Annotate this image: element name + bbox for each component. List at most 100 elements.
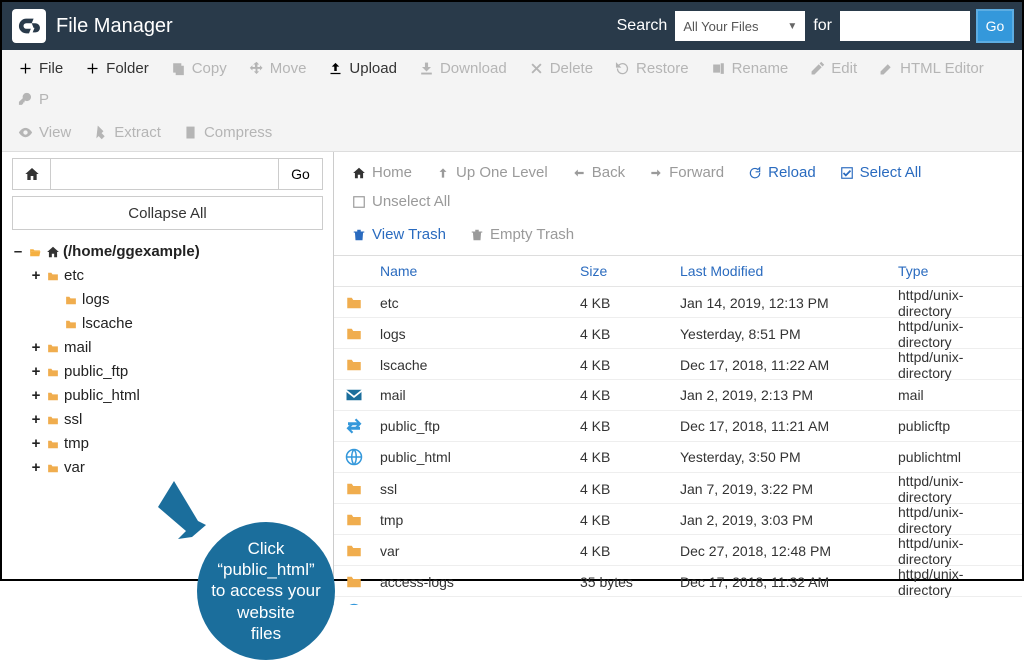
table-row[interactable]: access-logs35 bytesDec 17, 2018, 11:32 A… (334, 566, 1022, 597)
mail-icon (344, 386, 380, 404)
arrow-left-icon (572, 166, 586, 180)
cell-modified: Dec 17, 2018, 11:21 AM (680, 604, 898, 605)
table-row[interactable]: logs4 KBYesterday, 8:51 PMhttpd/unix-dir… (334, 318, 1022, 349)
table-row[interactable]: lscache4 KBDec 17, 2018, 11:22 AMhttpd/u… (334, 349, 1022, 380)
edit-button[interactable]: Edit (800, 54, 867, 83)
view-button[interactable]: View (8, 118, 81, 147)
expand-icon[interactable]: + (30, 408, 42, 432)
table-row[interactable]: www11 bytesDec 17, 2018, 11:21 AMpublich… (334, 597, 1022, 605)
tree-label: mail (64, 336, 92, 360)
col-name[interactable]: Name (380, 263, 580, 279)
expand-icon[interactable]: + (30, 360, 42, 384)
cell-name: logs (380, 326, 580, 342)
extract-button[interactable]: Extract (83, 118, 171, 147)
select-all-button[interactable]: Select All (830, 160, 932, 185)
new-folder-label: Folder (106, 60, 149, 77)
copy-button[interactable]: Copy (161, 54, 237, 83)
restore-button[interactable]: Restore (605, 54, 699, 83)
table-row[interactable]: public_ftp4 KBDec 17, 2018, 11:21 AMpubl… (334, 411, 1022, 442)
col-type[interactable]: Type (898, 263, 1012, 279)
table-row[interactable]: var4 KBDec 27, 2018, 12:48 PMhttpd/unix-… (334, 535, 1022, 566)
reload-button[interactable]: Reload (738, 160, 826, 185)
folder-icon (45, 270, 61, 283)
html-editor-button[interactable]: HTML Editor (869, 54, 994, 83)
compress-button[interactable]: Compress (173, 118, 282, 147)
path-input[interactable] (50, 158, 279, 190)
upload-button[interactable]: Upload (318, 54, 407, 83)
nav-back-button[interactable]: Back (562, 160, 635, 185)
cell-type: httpd/unix-directory (898, 504, 1012, 536)
delete-button[interactable]: Delete (519, 54, 603, 83)
col-modified[interactable]: Last Modified (680, 263, 898, 279)
search-scope-select[interactable]: All Your Files ▼ (675, 11, 805, 41)
ftp-icon (344, 417, 380, 435)
home-button[interactable] (12, 158, 50, 190)
download-button[interactable]: Download (409, 54, 517, 83)
tree-node-tmp[interactable]: +tmp (12, 432, 323, 456)
expand-icon[interactable]: + (30, 336, 42, 360)
folder-icon (344, 480, 380, 498)
search-go-button[interactable]: Go (978, 11, 1012, 41)
tree-label: var (64, 456, 85, 480)
collapse-all-button[interactable]: Collapse All (12, 196, 323, 230)
callout-text: Click (248, 539, 285, 558)
cell-type: httpd/unix-directory (898, 535, 1012, 567)
cell-size: 4 KB (580, 295, 680, 311)
new-folder-button[interactable]: Folder (75, 54, 159, 83)
folder-icon (63, 318, 79, 331)
tree-node-public-ftp[interactable]: +public_ftp (12, 360, 323, 384)
cell-type: httpd/unix-directory (898, 349, 1012, 381)
tree-node-mail[interactable]: + mail (12, 336, 323, 360)
collapse-icon[interactable]: – (12, 240, 24, 264)
copy-label: Copy (192, 60, 227, 77)
unselect-all-button[interactable]: Unselect All (342, 189, 460, 214)
tree-node-lscache[interactable]: lscache (12, 312, 323, 336)
tree-node-etc[interactable]: +etc (12, 264, 323, 288)
nav-label: Unselect All (372, 193, 450, 210)
folder-icon (45, 414, 61, 427)
expand-icon[interactable]: + (30, 432, 42, 456)
rename-button[interactable]: Rename (701, 54, 799, 83)
permissions-button[interactable]: P (8, 85, 59, 114)
home-icon (352, 166, 366, 180)
path-go-button[interactable]: Go (279, 158, 323, 190)
tree-node-ssl[interactable]: +ssl (12, 408, 323, 432)
arrow-up-icon (436, 166, 450, 180)
table-row[interactable]: tmp4 KBJan 2, 2019, 3:03 PMhttpd/unix-di… (334, 504, 1022, 535)
table-row[interactable]: public_html4 KBYesterday, 3:50 PMpublich… (334, 442, 1022, 473)
cell-name: tmp (380, 512, 580, 528)
upload-label: Upload (349, 60, 397, 77)
nav-home-button[interactable]: Home (342, 160, 422, 185)
table-row[interactable]: etc4 KBJan 14, 2019, 12:13 PMhttpd/unix-… (334, 287, 1022, 318)
new-file-button[interactable]: File (8, 54, 73, 83)
expand-icon[interactable]: + (30, 264, 42, 288)
top-bar: File Manager Search All Your Files ▼ for… (2, 2, 1022, 50)
callout-text: website (237, 603, 295, 622)
tree-root[interactable]: – (/home/ggexample) (12, 240, 323, 264)
view-trash-button[interactable]: View Trash (342, 222, 456, 247)
tree-node-logs[interactable]: logs (12, 288, 323, 312)
cell-size: 4 KB (580, 449, 680, 465)
compress-label: Compress (204, 124, 272, 141)
content-pane: Home Up One Level Back Forward Reload Se… (334, 152, 1022, 605)
move-button[interactable]: Move (239, 54, 317, 83)
download-label: Download (440, 60, 507, 77)
empty-trash-button[interactable]: Empty Trash (460, 222, 584, 247)
col-size[interactable]: Size (580, 263, 680, 279)
nav-up-button[interactable]: Up One Level (426, 160, 558, 185)
nav-label: Up One Level (456, 164, 548, 181)
tree-node-public-html[interactable]: +public_html (12, 384, 323, 408)
search-input[interactable] (840, 11, 970, 41)
globe-icon (344, 603, 380, 605)
expand-icon[interactable]: + (30, 456, 42, 480)
cell-modified: Dec 17, 2018, 11:21 AM (680, 418, 898, 434)
restore-icon (615, 61, 630, 76)
folder-icon (45, 438, 61, 451)
nav-forward-button[interactable]: Forward (639, 160, 734, 185)
table-row[interactable]: mail4 KBJan 2, 2019, 2:13 PMmail (334, 380, 1022, 411)
expand-icon[interactable]: + (30, 384, 42, 408)
cell-modified: Yesterday, 3:50 PM (680, 449, 898, 465)
move-label: Move (270, 60, 307, 77)
folder-icon (63, 294, 79, 307)
table-row[interactable]: ssl4 KBJan 7, 2019, 3:22 PMhttpd/unix-di… (334, 473, 1022, 504)
